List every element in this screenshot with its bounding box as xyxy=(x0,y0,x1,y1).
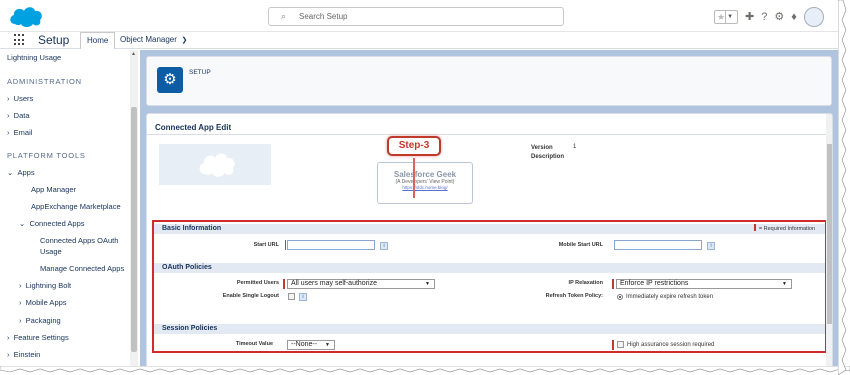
search-placeholder: Search Setup xyxy=(299,12,348,21)
sidebar-scroll-thumb[interactable] xyxy=(131,107,137,352)
watermark-title: Salesforce Geek xyxy=(393,170,457,179)
chevron-right-icon: › xyxy=(7,111,10,120)
cloud-logo-icon xyxy=(199,153,235,177)
sidebar-item-lightning-bolt[interactable]: › Lightning Bolt xyxy=(19,281,137,290)
sidebar-item-feature-settings[interactable]: › Feature Settings xyxy=(7,333,137,342)
sidebar-item-email[interactable]: › Email xyxy=(7,128,137,137)
connected-app-edit-panel: Connected App Edit Version Description 1… xyxy=(146,113,833,368)
app-name: Setup xyxy=(38,33,70,47)
setup-sidebar: Lightning Usage ADMINISTRATION › Users ›… xyxy=(0,50,138,368)
chevron-down-icon[interactable]: ▼ xyxy=(725,11,734,23)
help-icon[interactable]: ? xyxy=(761,11,767,23)
chevron-down-icon: ⌄ xyxy=(7,168,14,177)
salesforce-cloud-logo[interactable] xyxy=(8,4,44,28)
app-logo-placeholder xyxy=(159,144,271,185)
page-title: Connected App Edit xyxy=(155,123,232,132)
sidebar-item-label: Lightning Bolt xyxy=(25,281,72,290)
sidebar-item-mobile-apps[interactable]: › Mobile Apps xyxy=(19,298,137,307)
chevron-right-icon: › xyxy=(7,333,10,342)
version-label: Version xyxy=(531,145,553,151)
watermark: Salesforce Geek (A Developers' View Poin… xyxy=(377,162,473,204)
sidebar-item-label: Mobile Apps xyxy=(25,298,67,307)
chevron-right-icon: › xyxy=(7,350,10,359)
step-callout: Step-3 xyxy=(387,136,441,156)
sidebar-item-label: Email xyxy=(13,128,33,137)
sidebar-item-label: Usage xyxy=(40,247,62,256)
setup-header-card: ⚙ SETUP xyxy=(146,56,832,106)
version-description-labels: Version Description xyxy=(531,144,564,162)
sidebar-item-connected-apps[interactable]: ⌄ Connected Apps xyxy=(19,219,137,228)
torn-edge-bottom xyxy=(0,366,850,373)
sidebar-item-label: Apps xyxy=(17,168,35,177)
sidebar-item-packaging[interactable]: › Packaging xyxy=(19,316,137,325)
chevron-right-icon: › xyxy=(19,281,22,290)
add-icon[interactable]: ✚ xyxy=(745,11,754,23)
sidebar-item-einstein[interactable]: › Einstein xyxy=(7,350,137,359)
sidebar-item-label: Connected Apps xyxy=(29,219,85,228)
content-scroll-thumb[interactable] xyxy=(827,144,832,324)
chevron-down-icon: ⌄ xyxy=(19,219,26,228)
header-actions: ★ ▼ ✚ ? ⚙ ♦ xyxy=(714,6,824,28)
sidebar-item-label: Data xyxy=(13,111,30,120)
sidebar-item-connected-apps-oauth[interactable]: Connected Apps OAuth Usage xyxy=(40,236,137,256)
chevron-right-icon: › xyxy=(19,298,22,307)
chevron-right-icon: › xyxy=(7,94,10,103)
sidebar-item-label: Einstein xyxy=(13,350,41,359)
tab-object-manager-label: Object Manager xyxy=(120,35,177,44)
sidebar-item-appexchange[interactable]: AppExchange Marketplace xyxy=(31,202,137,211)
torn-edge-right xyxy=(838,0,847,375)
sidebar-item-lightning-usage[interactable]: Lightning Usage xyxy=(7,53,137,62)
sidebar-heading-administration: ADMINISTRATION xyxy=(7,77,82,86)
sidebar-item-label: Packaging xyxy=(25,316,61,325)
divider xyxy=(147,134,826,135)
sidebar-item-data[interactable]: › Data xyxy=(7,111,137,120)
avatar[interactable] xyxy=(803,7,824,27)
bell-icon[interactable]: ♦ xyxy=(791,11,797,23)
sidebar-item-apps[interactable]: ⌄ Apps xyxy=(7,168,137,177)
watermark-url: https://sfdc.home.blog/ xyxy=(402,185,448,190)
description-label: Description xyxy=(531,154,565,160)
sidebar-heading-platform-tools: PLATFORM TOOLS xyxy=(7,151,86,160)
chevron-right-icon: › xyxy=(7,128,10,137)
setup-gear-icon: ⚙ xyxy=(157,67,183,93)
chevron-right-icon: › xyxy=(19,316,22,325)
gear-icon[interactable]: ⚙ xyxy=(774,11,784,23)
sidebar-item-manage-connected-apps[interactable]: Manage Connected Apps xyxy=(40,264,137,273)
search-icon: ⌕ xyxy=(281,11,287,21)
sidebar-item-label: Feature Settings xyxy=(13,333,69,342)
setup-label: SETUP xyxy=(189,69,211,76)
global-header: ⌕ Search Setup ★ ▼ ✚ ? ⚙ ♦ xyxy=(0,0,838,32)
sidebar-item-users[interactable]: › Users xyxy=(7,94,137,103)
tab-home[interactable]: Home xyxy=(80,32,116,49)
main-content: ⚙ SETUP Connected App Edit Version Descr… xyxy=(140,50,838,368)
search-input[interactable]: ⌕ Search Setup xyxy=(268,7,564,26)
sidebar-item-app-manager[interactable]: App Manager xyxy=(31,185,137,194)
tab-object-manager[interactable]: Object Manager ❯ xyxy=(120,32,189,49)
highlight-frame xyxy=(152,220,827,353)
favorites-star-icon: ★ xyxy=(717,12,726,22)
app-navbar: Setup Home Object Manager ❯ xyxy=(0,32,838,49)
scroll-up-icon[interactable]: ▲ xyxy=(131,51,136,57)
chevron-down-icon[interactable]: ❯ xyxy=(180,36,189,45)
favorites-button[interactable]: ★ ▼ xyxy=(714,10,738,24)
step-arrow xyxy=(413,158,415,198)
sidebar-item-label: Users xyxy=(13,94,34,103)
version-value: 1 xyxy=(573,144,577,150)
app-launcher-icon[interactable] xyxy=(14,34,26,46)
sidebar-item-label: Connected Apps OAuth xyxy=(40,236,119,245)
